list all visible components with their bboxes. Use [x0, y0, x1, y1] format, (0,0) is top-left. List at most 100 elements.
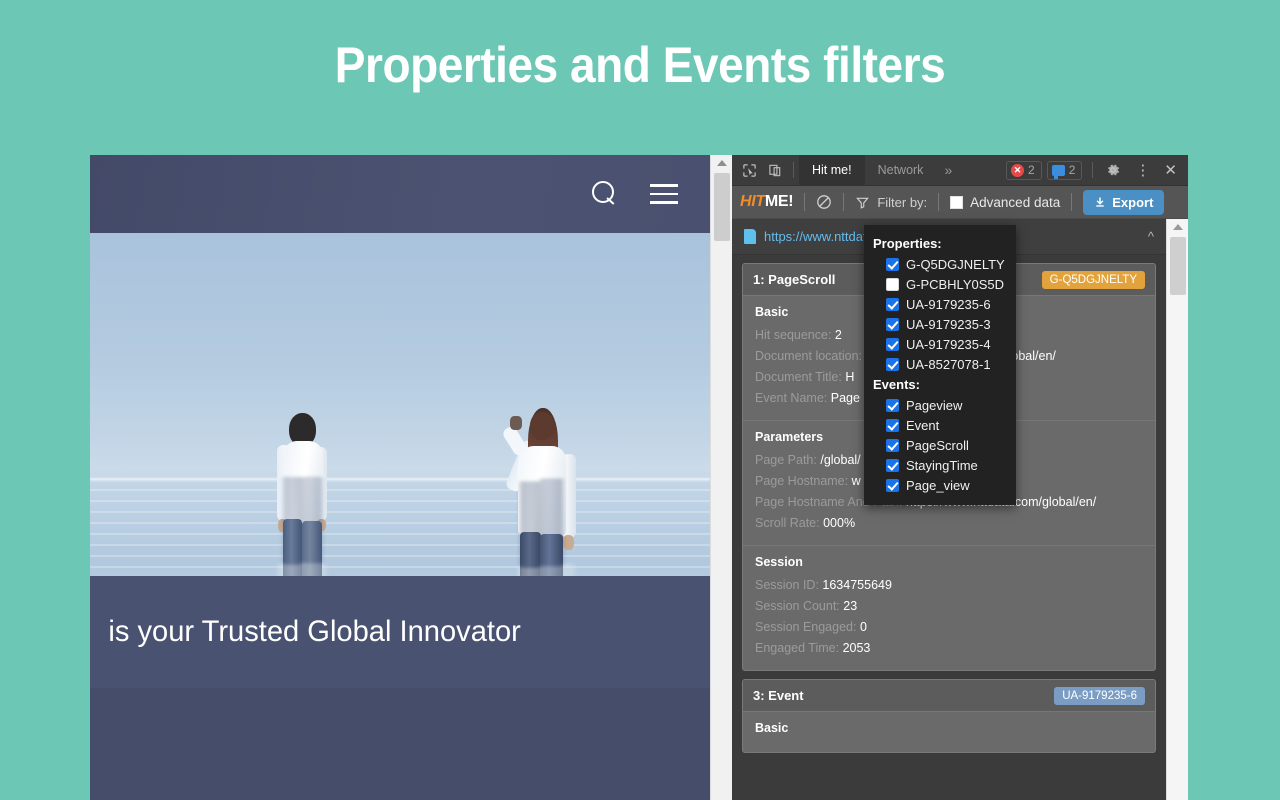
kv-row: Session Engaged: 0: [755, 620, 867, 634]
filter-option-label: Page_view: [906, 477, 970, 493]
filter-dropdown-menu[interactable]: Properties: G-Q5DGJNELTY G-PCBHLY0S5D UA…: [864, 225, 1016, 505]
hamburger-menu-icon[interactable]: [650, 184, 678, 204]
more-options-icon[interactable]: ⋮: [1128, 161, 1157, 179]
section-title: Basic: [755, 721, 789, 735]
toolbar-divider-1: [804, 193, 806, 211]
filter-option-label: Pageview: [906, 397, 963, 413]
document-icon: [744, 229, 756, 244]
scroll-up-arrow-icon[interactable]: [716, 160, 727, 166]
filter-option-event[interactable]: StayingTime: [864, 455, 1016, 475]
advanced-data-checkbox-box: [950, 195, 964, 209]
more-tabs-icon[interactable]: »: [936, 162, 960, 178]
filter-option-label: PageScroll: [906, 437, 969, 453]
advanced-data-checkbox[interactable]: Advanced data: [950, 195, 1060, 210]
tab-hit-me[interactable]: Hit me!: [799, 155, 865, 186]
hit-title: 1: PageScroll: [753, 272, 836, 287]
status-badge: G-Q5DGJNELTY: [1041, 270, 1145, 289]
hit-section-basic: Basic: [743, 712, 1155, 752]
filter-option-property[interactable]: UA-8527078-1: [864, 354, 1016, 374]
hero-caption: is your Trusted Global Innovator: [90, 576, 710, 688]
checkbox-checked[interactable]: [886, 438, 899, 452]
filter-option-property[interactable]: G-Q5DGJNELTY: [864, 254, 1016, 274]
export-label: Export: [1112, 194, 1154, 210]
checkbox-checked[interactable]: [886, 357, 899, 371]
filter-option-event[interactable]: Pageview: [864, 395, 1016, 415]
devtools-tabbar: Hit me! Network » ✕ 2 2 ⋮ ✕: [732, 155, 1188, 186]
properties-group-label: Properties:: [873, 236, 942, 251]
kv-row: Session Count: 23: [755, 599, 858, 613]
error-badge[interactable]: ✕ 2: [1006, 160, 1042, 180]
filter-option-label: Event: [906, 417, 940, 433]
page-scrollbar[interactable]: [710, 155, 732, 800]
toolbar-divider-3: [938, 193, 940, 211]
section-title: Session: [755, 555, 803, 569]
download-icon: [1096, 197, 1104, 207]
error-icon: ✕: [1011, 163, 1025, 177]
hit-section-session: Session Session ID: 1634755649 Session C…: [743, 546, 1155, 670]
hit-card-header[interactable]: 3: Event UA-9179235-6: [743, 680, 1155, 712]
checkbox-unchecked[interactable]: [886, 277, 899, 291]
filter-option-label: G-Q5DGJNELTY: [906, 256, 1005, 272]
filter-by-label: Filter by:: [877, 194, 928, 210]
filter-option-label: UA-8527078-1: [906, 356, 991, 372]
chevron-up-icon[interactable]: ^: [1148, 229, 1154, 244]
tabbar-divider: [793, 162, 794, 178]
hitme-logo: HITME!: [740, 193, 794, 211]
filter-option-event[interactable]: Event: [864, 415, 1016, 435]
logo-me-text: ME!: [764, 193, 794, 210]
page-title: Properties and Events filters: [334, 37, 946, 93]
export-button[interactable]: Export: [1083, 189, 1165, 215]
message-count: 2: [1068, 163, 1076, 177]
inspect-element-icon[interactable]: [736, 158, 762, 182]
devtools-scrollbar[interactable]: [1166, 219, 1188, 800]
hero-caption-text: is your Trusted Global Innovator: [108, 615, 521, 648]
filter-option-property[interactable]: UA-9179235-6: [864, 294, 1016, 314]
kv-row: Engaged Time: 2053: [755, 641, 871, 655]
tabbar-divider-2: [1092, 162, 1094, 178]
hit-card: 3: Event UA-9179235-6 Basic: [742, 679, 1156, 753]
checkbox-checked[interactable]: [886, 398, 899, 412]
close-icon[interactable]: ✕: [1157, 161, 1184, 179]
filter-option-property[interactable]: UA-9179235-4: [864, 334, 1016, 354]
scroll-up-arrow-icon[interactable]: [1172, 224, 1183, 230]
logo-hit-text: HIT: [740, 193, 765, 210]
filter-option-label: UA-9179235-4: [906, 336, 991, 352]
status-badge: UA-9179235-6: [1054, 686, 1145, 705]
device-toolbar-icon[interactable]: [762, 158, 788, 182]
filter-funnel-icon[interactable]: [855, 195, 870, 210]
checkbox-checked[interactable]: [886, 337, 899, 351]
filter-option-property[interactable]: G-PCBHLY0S5D: [864, 274, 1016, 294]
message-icon: [1051, 164, 1065, 179]
gear-icon[interactable]: [1098, 162, 1128, 178]
events-group-label: Events:: [873, 377, 920, 392]
scrollbar-thumb[interactable]: [1170, 237, 1186, 295]
horizon-line: [90, 478, 710, 481]
filter-option-label: StayingTime: [906, 457, 978, 473]
message-badge[interactable]: 2: [1046, 160, 1083, 180]
checkbox-checked[interactable]: [886, 297, 899, 311]
hit-title: 3: Event: [753, 688, 804, 703]
checkbox-checked[interactable]: [886, 478, 899, 492]
checkbox-checked[interactable]: [886, 418, 899, 432]
filter-option-event[interactable]: Page_view: [864, 475, 1016, 495]
site-header: [90, 155, 710, 233]
filter-option-label: UA-9179235-6: [906, 296, 991, 312]
advanced-data-label: Advanced data: [970, 194, 1061, 210]
filter-option-property[interactable]: UA-9179235-3: [864, 314, 1016, 334]
checkbox-checked[interactable]: [886, 257, 899, 271]
clear-icon[interactable]: [816, 194, 832, 210]
kv-row: Session ID: 1634755649: [755, 578, 892, 592]
filter-option-label: G-PCBHLY0S5D: [906, 276, 1005, 292]
search-icon[interactable]: [592, 181, 618, 207]
checkbox-checked[interactable]: [886, 317, 899, 331]
toolbar-divider-4: [1071, 193, 1073, 211]
hitme-toolbar: HITME! Filter by: Advanced data Export: [732, 186, 1188, 219]
scrollbar-thumb[interactable]: [714, 173, 730, 241]
checkbox-checked[interactable]: [886, 458, 899, 472]
hero-image: is your Trusted Global Innovator: [90, 233, 710, 688]
filter-option-event[interactable]: PageScroll: [864, 435, 1016, 455]
tab-network[interactable]: Network: [865, 155, 937, 186]
website-viewport: is your Trusted Global Innovator: [90, 155, 710, 800]
kv-row: Scroll Rate: 000%: [755, 516, 856, 530]
filter-option-label: UA-9179235-3: [906, 316, 991, 332]
